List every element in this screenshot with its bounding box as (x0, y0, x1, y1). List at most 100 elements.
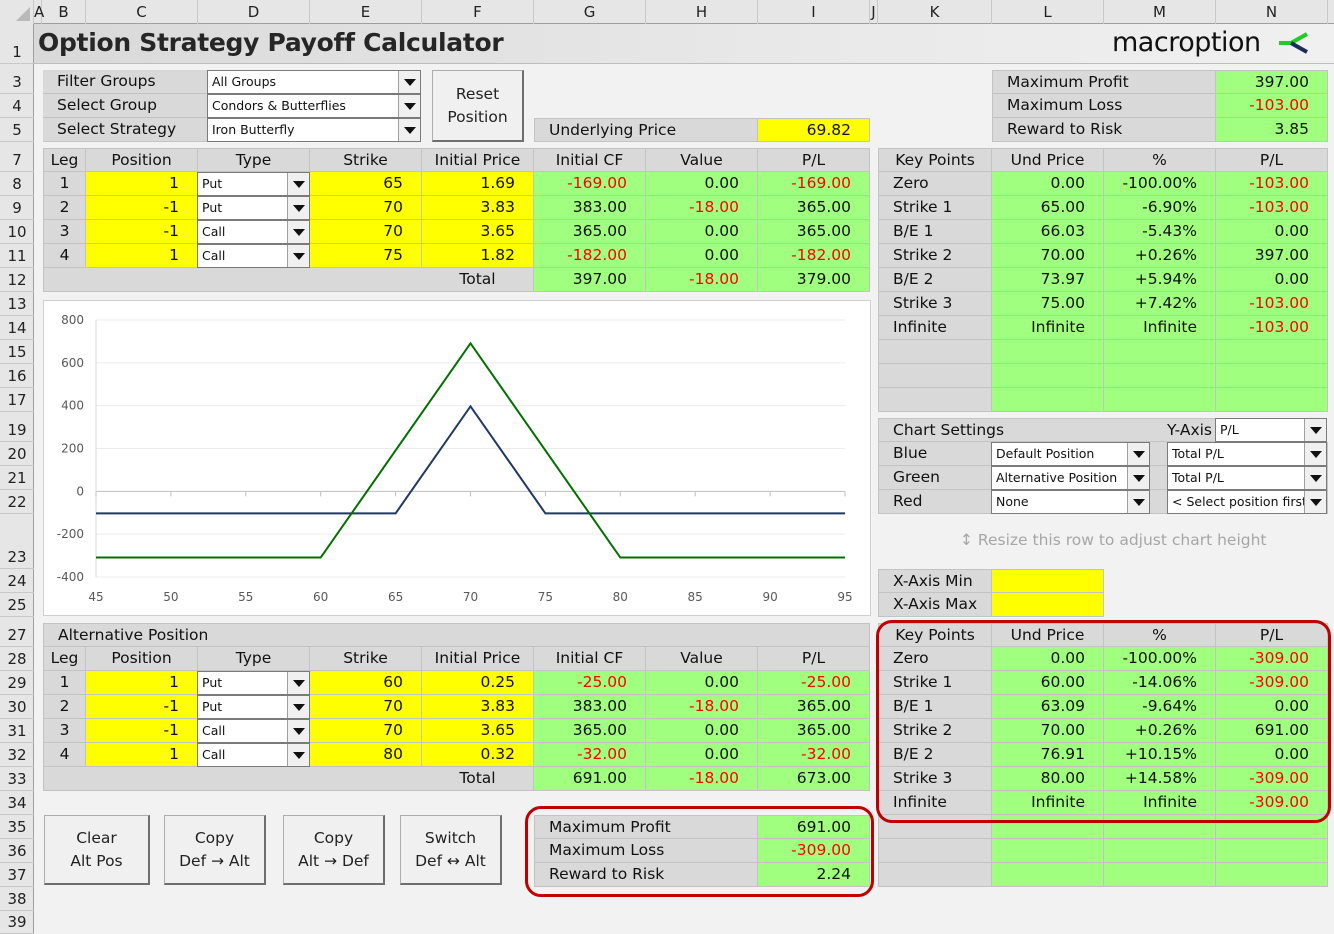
alt-leg-price-cell[interactable]: 3.65 (422, 719, 534, 743)
row-header-5[interactable]: 5 (0, 118, 34, 142)
row-header-29[interactable]: 29 (0, 671, 34, 695)
column-header-c[interactable]: C (86, 0, 198, 24)
row-header-8[interactable]: 8 (0, 172, 34, 196)
chart-setting-green-position-dropdown[interactable]: Alternative Position (991, 466, 1150, 490)
row-header-36[interactable]: 36 (0, 839, 34, 863)
column-header-f[interactable]: F (422, 0, 534, 24)
alt-leg-position-cell[interactable]: -1 (86, 695, 198, 719)
column-header-d[interactable]: D (198, 0, 310, 24)
row-header-4[interactable]: 4 (0, 94, 34, 118)
row-header-3[interactable]: 3 (0, 70, 34, 94)
row-header-35[interactable]: 35 (0, 815, 34, 839)
alt-leg-price-cell[interactable]: 3.83 (422, 695, 534, 719)
row-header-1[interactable]: 1 (0, 24, 34, 64)
chevron-down-icon[interactable] (287, 696, 309, 718)
chart-setting-green-series-dropdown[interactable]: Total P/L (1167, 466, 1327, 490)
row-header-39[interactable]: 39 (0, 911, 34, 934)
row-header-14[interactable]: 14 (0, 316, 34, 340)
switch-def-alt-button[interactable]: Switch Def ↔ Alt (400, 815, 502, 885)
column-header-k[interactable]: K (878, 0, 992, 24)
row-header-22[interactable]: 22 (0, 490, 34, 514)
row-header-9[interactable]: 9 (0, 196, 34, 220)
default-leg-price-cell[interactable]: 3.83 (422, 196, 534, 220)
row-header-10[interactable]: 10 (0, 220, 34, 244)
default-leg-strike-cell[interactable]: 75 (310, 244, 422, 268)
alt-leg-strike-cell[interactable]: 70 (310, 695, 422, 719)
row-header-24[interactable]: 24 (0, 569, 34, 593)
column-header-m[interactable]: M (1104, 0, 1216, 24)
chevron-down-icon[interactable] (398, 71, 420, 93)
default-leg-strike-cell[interactable]: 65 (310, 172, 422, 196)
row-header-21[interactable]: 21 (0, 466, 34, 490)
alt-leg-type-dropdown[interactable]: Call (197, 743, 310, 767)
select-strategy-dropdown[interactable]: Iron Butterfly (207, 118, 421, 142)
chart-setting-red-series-dropdown[interactable]: < Select position first (1167, 490, 1327, 514)
reset-position-button[interactable]: Reset Position (432, 70, 524, 142)
chevron-down-icon[interactable] (287, 245, 309, 267)
row-header-20[interactable]: 20 (0, 442, 34, 466)
alt-leg-strike-cell[interactable]: 60 (310, 671, 422, 695)
chevron-down-icon[interactable] (398, 119, 420, 141)
chevron-down-icon[interactable] (287, 744, 309, 766)
alt-leg-price-cell[interactable]: 0.32 (422, 743, 534, 767)
default-leg-price-cell[interactable]: 3.65 (422, 220, 534, 244)
chevron-down-icon[interactable] (287, 197, 309, 219)
clear-alt-pos-button[interactable]: Clear Alt Pos (44, 815, 150, 885)
chevron-down-icon[interactable] (287, 720, 309, 742)
copy-alt-to-def-button[interactable]: Copy Alt → Def (283, 815, 385, 885)
select-group-dropdown[interactable]: Condors & Butterflies (207, 94, 421, 118)
row-header-7[interactable]: 7 (0, 148, 34, 172)
chart-setting-blue-position-dropdown[interactable]: Default Position (991, 442, 1150, 466)
yaxis-dropdown[interactable]: P/L (1215, 418, 1327, 442)
default-leg-type-dropdown[interactable]: Put (197, 172, 310, 196)
row-header-38[interactable]: 38 (0, 887, 34, 911)
chevron-down-icon[interactable] (398, 95, 420, 117)
default-leg-type-dropdown[interactable]: Call (197, 244, 310, 268)
default-leg-position-cell[interactable]: -1 (86, 196, 198, 220)
default-leg-strike-cell[interactable]: 70 (310, 196, 422, 220)
chart-setting-blue-series-dropdown[interactable]: Total P/L (1167, 442, 1327, 466)
row-header-11[interactable]: 11 (0, 244, 34, 268)
row-header-33[interactable]: 33 (0, 767, 34, 791)
row-header-28[interactable]: 28 (0, 647, 34, 671)
chevron-down-icon[interactable] (287, 173, 309, 195)
row-header-17[interactable]: 17 (0, 388, 34, 412)
chart-setting-red-position-dropdown[interactable]: None (991, 490, 1150, 514)
xaxis-min-input[interactable] (992, 569, 1104, 593)
row-header-15[interactable]: 15 (0, 340, 34, 364)
alt-leg-position-cell[interactable]: -1 (86, 719, 198, 743)
default-leg-position-cell[interactable]: 1 (86, 172, 198, 196)
alt-leg-price-cell[interactable]: 0.25 (422, 671, 534, 695)
filter-groups-dropdown[interactable]: All Groups (207, 70, 421, 94)
column-header-g[interactable]: G (534, 0, 646, 24)
row-header-31[interactable]: 31 (0, 719, 34, 743)
chevron-down-icon[interactable] (1304, 443, 1326, 465)
row-header-19[interactable]: 19 (0, 418, 34, 442)
row-header-32[interactable]: 32 (0, 743, 34, 767)
column-header-e[interactable]: E (310, 0, 422, 24)
default-leg-price-cell[interactable]: 1.69 (422, 172, 534, 196)
default-leg-type-dropdown[interactable]: Put (197, 196, 310, 220)
row-header-30[interactable]: 30 (0, 695, 34, 719)
row-header-16[interactable]: 16 (0, 364, 34, 388)
alt-leg-strike-cell[interactable]: 70 (310, 719, 422, 743)
copy-def-to-alt-button[interactable]: Copy Def → Alt (164, 815, 266, 885)
alt-leg-type-dropdown[interactable]: Put (197, 695, 310, 719)
column-header-a[interactable]: A (34, 0, 44, 24)
chevron-down-icon[interactable] (1304, 419, 1326, 441)
row-header-12[interactable]: 12 (0, 268, 34, 292)
alt-leg-strike-cell[interactable]: 80 (310, 743, 422, 767)
chevron-down-icon[interactable] (1127, 467, 1149, 489)
row-header-34[interactable]: 34 (0, 791, 34, 815)
column-header-l[interactable]: L (992, 0, 1104, 24)
row-header-23[interactable]: 23 (0, 514, 34, 569)
underlying-price-input[interactable]: 69.82 (758, 118, 870, 142)
chevron-down-icon[interactable] (1304, 467, 1326, 489)
chevron-down-icon[interactable] (1127, 443, 1149, 465)
default-leg-strike-cell[interactable]: 70 (310, 220, 422, 244)
row-header-25[interactable]: 25 (0, 593, 34, 617)
row-header-27[interactable]: 27 (0, 623, 34, 647)
column-header-b[interactable]: B (42, 0, 86, 24)
alt-leg-position-cell[interactable]: 1 (86, 743, 198, 767)
select-all-corner[interactable] (0, 0, 34, 24)
